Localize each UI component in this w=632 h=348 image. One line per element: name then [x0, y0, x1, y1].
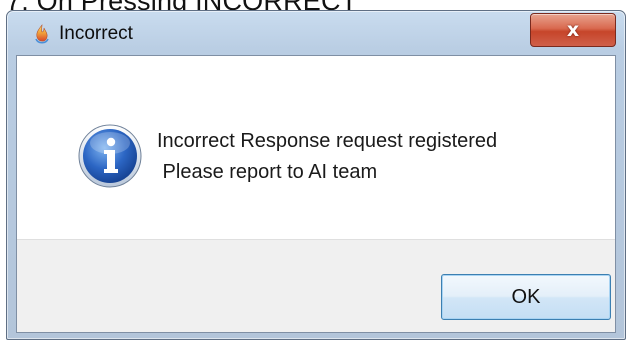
page: 7. On Pressing INCORRECT Incorrect x Inc…: [0, 0, 632, 348]
message-area: Incorrect Response request registered Pl…: [17, 56, 615, 239]
ok-button[interactable]: OK: [441, 274, 611, 320]
message-line: Incorrect Response request registered: [157, 130, 498, 152]
message-dialog: Incorrect x Incorrect Response request r…: [6, 10, 626, 340]
close-button[interactable]: x: [530, 13, 616, 47]
button-bar: OK: [17, 239, 615, 332]
close-icon: x: [566, 18, 580, 41]
information-icon: [78, 124, 142, 188]
app-flame-icon: [35, 24, 49, 44]
dialog-title: Incorrect: [59, 23, 133, 44]
message-text: Incorrect Response request registered Pl…: [157, 126, 497, 188]
dialog-client-area: Incorrect Response request registered Pl…: [16, 55, 616, 333]
title-bar[interactable]: Incorrect x: [7, 11, 625, 55]
message-line: Please report to AI team: [157, 161, 378, 183]
